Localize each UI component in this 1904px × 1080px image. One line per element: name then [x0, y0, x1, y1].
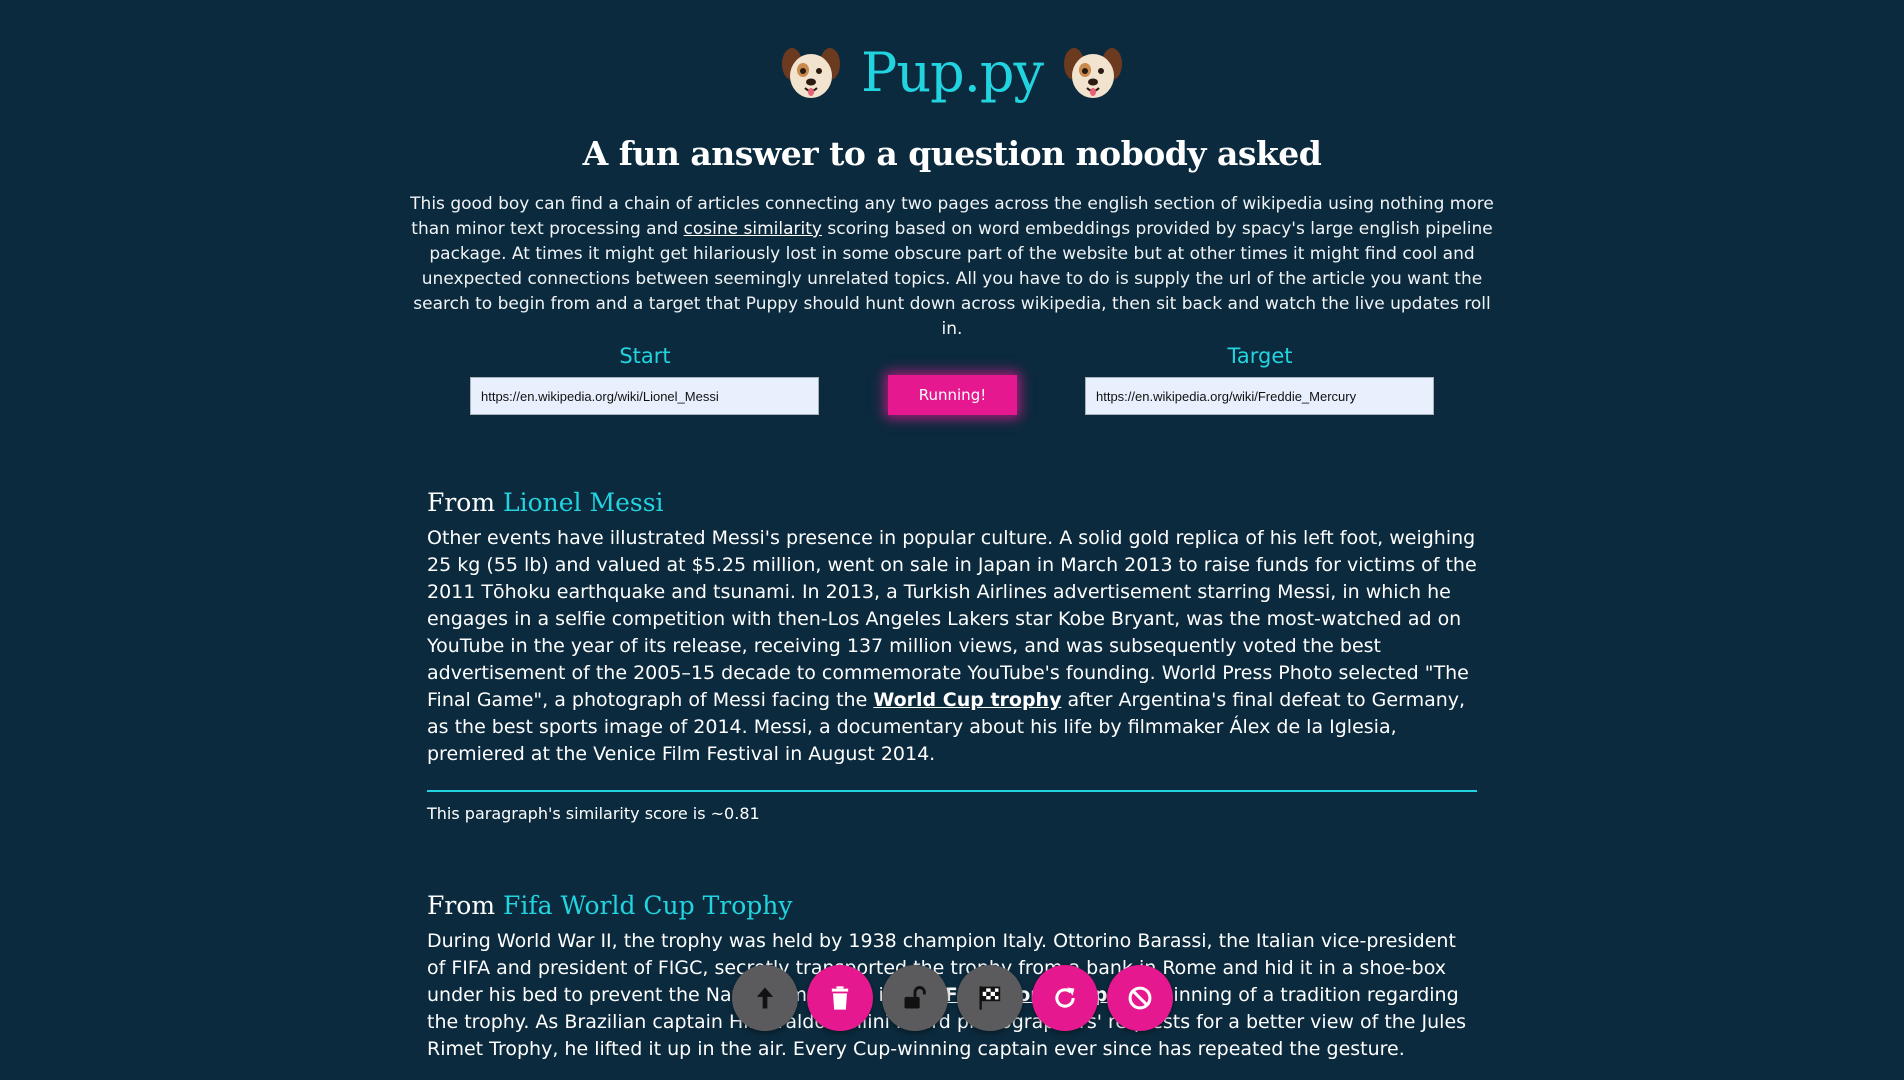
- paragraph-text: Other events have illustrated Messi's pr…: [427, 527, 1477, 711]
- article-title: Fifa World Cup Trophy: [503, 891, 793, 920]
- run-button[interactable]: Running!: [888, 375, 1017, 415]
- unlock-button[interactable]: [882, 965, 948, 1031]
- intro-paragraph: This good boy can find a chain of articl…: [402, 192, 1502, 342]
- result-paragraph: Other events have illustrated Messi's pr…: [427, 525, 1477, 768]
- start-url-input[interactable]: [470, 377, 819, 415]
- result-heading: From Fifa World Cup Trophy: [427, 891, 1477, 920]
- arrow-up-icon: [756, 987, 774, 1009]
- checkered-flag-icon: [979, 986, 1001, 1010]
- target-url-input[interactable]: [1085, 377, 1434, 415]
- scroll-top-button[interactable]: [732, 965, 798, 1031]
- refresh-icon: [1055, 987, 1075, 1008]
- start-label: Start: [619, 344, 671, 368]
- dog-emoji-icon: [1063, 48, 1122, 98]
- target-label: Target: [1227, 344, 1293, 368]
- title-row: Pup.py: [0, 40, 1904, 104]
- from-prefix: From: [427, 891, 504, 920]
- cancel-icon: [1128, 986, 1152, 1010]
- similarity-score: This paragraph's similarity score is ~0.…: [427, 804, 760, 823]
- divider: [427, 790, 1477, 792]
- page-title: Pup.py: [861, 40, 1044, 104]
- unlock-icon: [904, 986, 926, 1009]
- stop-button[interactable]: [1107, 965, 1173, 1031]
- floating-action-bar: [732, 965, 1173, 1031]
- trash-icon: [831, 986, 849, 1010]
- from-prefix: From: [427, 488, 504, 517]
- article-title: Lionel Messi: [503, 488, 664, 517]
- clear-button[interactable]: [807, 965, 873, 1031]
- result-card: From Lionel Messi Other events have illu…: [427, 488, 1477, 823]
- page-subtitle: A fun answer to a question nobody asked: [582, 134, 1322, 173]
- result-heading: From Lionel Messi: [427, 488, 1477, 517]
- next-article-link[interactable]: World Cup trophy: [873, 689, 1061, 711]
- cosine-similarity-link[interactable]: cosine similarity: [684, 219, 822, 239]
- restart-button[interactable]: [1032, 965, 1098, 1031]
- finish-button[interactable]: [957, 965, 1023, 1031]
- dog-emoji-icon: [782, 48, 841, 98]
